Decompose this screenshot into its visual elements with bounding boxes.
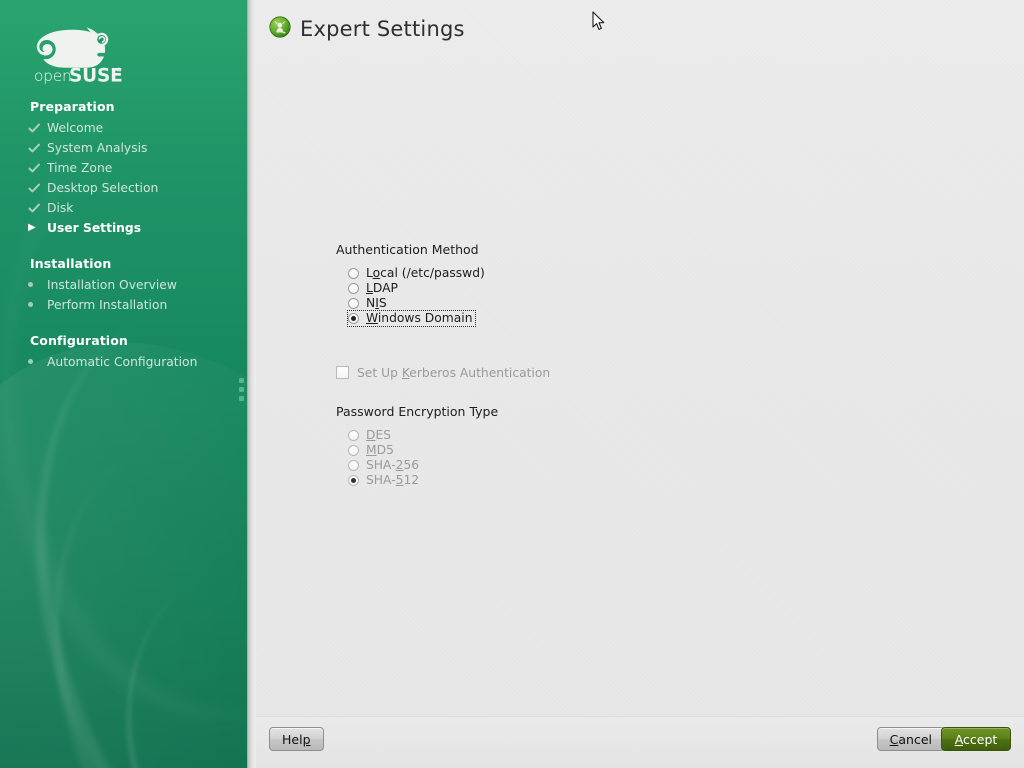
radio-label: Windows Domain xyxy=(366,311,473,325)
radio-label: SHA-256 xyxy=(366,458,420,472)
authentication-method-label: Authentication Method xyxy=(336,242,479,257)
radio-nis[interactable]: NIS xyxy=(348,296,389,311)
nav-section-title-configuration: Configuration xyxy=(30,333,128,348)
radio-label: DES xyxy=(366,428,392,442)
dialog-button-bar: Help Cancel Accept xyxy=(256,716,1024,768)
sidebar-splitter-handle[interactable] xyxy=(238,374,245,401)
radio-indicator xyxy=(348,445,359,456)
installer-step-nav: Preparation Welcome System Analysis Time… xyxy=(0,96,247,372)
check-icon xyxy=(28,182,47,195)
radio-label: Local (/etc/passwd) xyxy=(366,266,485,280)
sidebar-item-automatic-configuration[interactable]: Automatic Configuration xyxy=(0,352,247,372)
sidebar-item-label: Desktop Selection xyxy=(47,181,159,195)
triangle-right-icon: ▶ xyxy=(28,222,36,233)
radio-label: NIS xyxy=(366,296,387,310)
sidebar-item-installation-overview[interactable]: Installation Overview xyxy=(0,275,247,295)
checkbox-indicator xyxy=(336,366,349,379)
main-panel: Expert Settings Authentication Method Lo… xyxy=(256,0,1024,768)
radio-indicator xyxy=(348,298,359,309)
check-icon xyxy=(28,142,47,155)
mouse-cursor xyxy=(592,11,606,32)
accept-button[interactable]: Accept xyxy=(941,727,1011,751)
sidebar-item-system-analysis[interactable]: System Analysis xyxy=(0,138,247,158)
sidebar-item-label: Installation Overview xyxy=(47,278,177,292)
radio-indicator xyxy=(348,268,359,279)
radio-local-etc-passwd[interactable]: Local (/etc/passwd) xyxy=(348,266,487,281)
radio-label: MD5 xyxy=(366,443,394,457)
password-encryption-type-label: Password Encryption Type xyxy=(336,404,499,419)
splitter-dot xyxy=(239,396,244,401)
cancel-button-label: Cancel xyxy=(889,731,932,747)
logo-text-suse: SUSE xyxy=(69,66,122,85)
checkbox-label: Set Up Kerberos Authentication xyxy=(357,365,551,380)
radio-indicator xyxy=(348,313,359,324)
installer-window: open SUSE ® Preparation Welcome System A… xyxy=(0,0,1024,768)
page-heading: Expert Settings xyxy=(269,16,465,42)
sidebar-item-label: Welcome xyxy=(47,121,104,135)
radio-indicator xyxy=(348,460,359,471)
sidebar-item-label: Perform Installation xyxy=(47,298,168,312)
radio-indicator xyxy=(348,283,359,294)
radio-sha-512[interactable]: SHA-512 xyxy=(348,473,421,488)
help-button[interactable]: Help xyxy=(269,727,324,751)
sidebar-item-welcome[interactable]: Welcome xyxy=(0,118,247,138)
radio-indicator xyxy=(348,430,359,441)
radio-indicator xyxy=(348,475,359,486)
radio-windows-domain[interactable]: Windows Domain xyxy=(347,310,476,327)
sidebar-item-disk[interactable]: Disk xyxy=(0,198,247,218)
radio-label: SHA-512 xyxy=(366,473,420,487)
sidebar-item-user-settings[interactable]: ▶ User Settings xyxy=(0,218,247,238)
sidebar-item-label: Disk xyxy=(47,201,74,215)
radio-ldap[interactable]: LDAP xyxy=(348,281,400,296)
sidebar-item-time-zone[interactable]: Time Zone xyxy=(0,158,247,178)
nav-section-title-preparation: Preparation xyxy=(30,99,115,114)
password-encryption-type-radiogroup: DES MD5 SHA-256 SHA-512 xyxy=(336,428,896,488)
accept-button-label: Accept xyxy=(954,731,998,747)
panel-divider xyxy=(247,0,256,768)
decorative-swoosh xyxy=(0,374,247,768)
sidebar-item-label: Time Zone xyxy=(47,161,113,175)
sidebar-item-label: System Analysis xyxy=(47,141,148,155)
yast-users-icon xyxy=(269,16,291,42)
check-icon xyxy=(28,162,47,175)
logo-text-open: open xyxy=(34,67,71,84)
sidebar-item-perform-installation[interactable]: Perform Installation xyxy=(0,295,247,315)
nav-section-title-installation: Installation xyxy=(30,256,112,271)
decorative-swoosh xyxy=(52,506,247,768)
bullet-icon xyxy=(28,295,47,315)
sidebar: open SUSE ® Preparation Welcome System A… xyxy=(0,0,247,768)
authentication-method-radiogroup: Local (/etc/passwd) LDAP NIS Windows Dom… xyxy=(336,266,896,327)
radio-des[interactable]: DES xyxy=(348,428,393,443)
sidebar-item-desktop-selection[interactable]: Desktop Selection xyxy=(0,178,247,198)
sidebar-item-label: Automatic Configuration xyxy=(47,355,198,369)
page-title: Expert Settings xyxy=(300,17,465,41)
checkbox-setup-kerberos-authentication[interactable]: Set Up Kerberos Authentication xyxy=(336,365,552,380)
help-button-label: Help xyxy=(282,731,311,747)
splitter-dot xyxy=(239,387,244,392)
radio-md5[interactable]: MD5 xyxy=(348,443,396,458)
expert-settings-form: Authentication Method Local (/etc/passwd… xyxy=(336,242,896,488)
splitter-dot xyxy=(239,378,244,383)
opensuse-logo: open SUSE ® xyxy=(28,26,123,87)
bullet-icon xyxy=(28,352,47,372)
check-icon xyxy=(28,202,47,215)
radio-label: LDAP xyxy=(366,281,398,295)
bullet-icon xyxy=(28,275,47,295)
check-icon xyxy=(28,122,47,135)
sidebar-item-label: User Settings xyxy=(47,221,142,235)
radio-sha-256[interactable]: SHA-256 xyxy=(348,458,421,473)
svg-text:®: ® xyxy=(116,67,122,74)
cancel-button[interactable]: Cancel xyxy=(876,727,945,751)
